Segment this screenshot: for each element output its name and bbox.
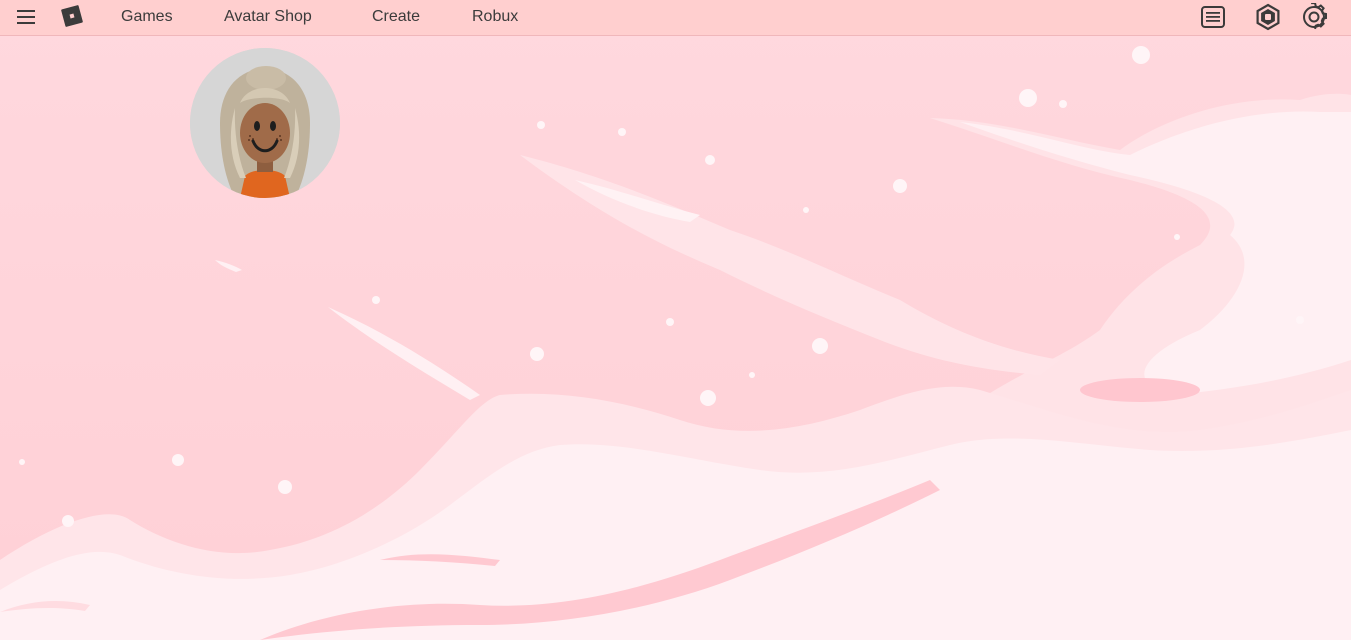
nav-link-create[interactable]: Create <box>372 0 420 35</box>
nav-link-robux[interactable]: Robux <box>472 0 518 35</box>
robux-icon[interactable] <box>1254 3 1282 31</box>
roblox-logo-icon[interactable] <box>61 5 83 27</box>
nav-link-games[interactable]: Games <box>121 0 173 35</box>
list-icon[interactable] <box>1199 3 1227 31</box>
gear-icon[interactable] <box>1300 2 1328 31</box>
hamburger-menu-icon[interactable] <box>14 7 38 27</box>
nav-link-avatar-shop[interactable]: Avatar Shop <box>224 0 312 35</box>
top-navigation-bar: Games Avatar Shop Create Robux <box>0 0 1351 36</box>
avatar[interactable] <box>190 48 340 198</box>
